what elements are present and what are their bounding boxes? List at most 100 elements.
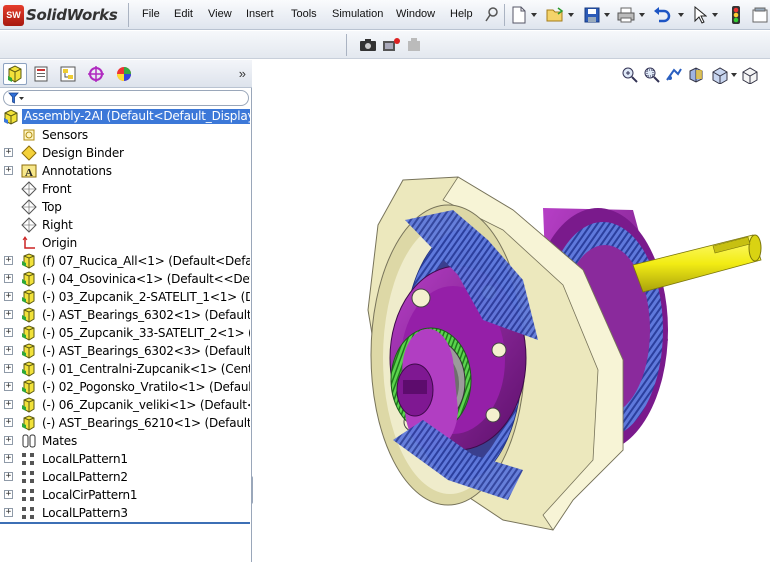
tree-item[interactable]: Origin [0,234,250,252]
tree-item[interactable]: + LocalLPattern2 [0,468,250,486]
graphics-area[interactable] [253,60,770,562]
propertymanager-icon[interactable] [29,63,53,85]
panel-tabs: » [0,60,252,88]
expand-toggle-icon[interactable]: + [4,418,13,427]
tree-item[interactable]: Front [0,180,250,198]
tree-root-assembly[interactable]: Assembly-2AI (Default<Default_Display St… [0,108,250,126]
chevron-down-icon[interactable] [604,13,610,17]
tree-filter-input[interactable] [3,90,249,106]
panel-bottom-border [0,522,250,524]
expand-toggle-icon[interactable]: + [4,148,13,157]
divider [346,34,347,56]
expand-toggle-icon[interactable]: + [4,508,13,517]
menu-edit[interactable]: Edit [174,8,193,20]
tree-item[interactable]: + Design Binder [0,144,250,162]
tree-item[interactable]: + Mates [0,432,250,450]
tree-item[interactable]: + LocalLPattern1 [0,450,250,468]
menu-insert[interactable]: Insert [246,8,274,20]
expand-toggle-icon[interactable]: + [4,256,13,265]
chevron-down-icon[interactable] [639,13,645,17]
pin-menu-icon[interactable] [484,6,500,24]
chevron-down-icon[interactable] [531,13,537,17]
expand-toggle-icon[interactable]: + [4,400,13,409]
chevron-down-icon[interactable] [568,13,574,17]
expand-toggle-icon[interactable]: + [4,382,13,391]
tree-item[interactable]: Top [0,198,250,216]
sensors-icon [23,129,35,141]
tree-item[interactable]: + (-) 02_Pogonsko_Vratilo<1> (Default<< [0,378,250,396]
menu-window[interactable]: Window [396,8,435,20]
tree-item-label: (-) 02_Pogonsko_Vratilo<1> (Default<< [42,380,250,394]
select-cursor-icon[interactable] [690,5,710,25]
tree-item-label: (-) AST_Bearings_6210<1> (Default<Dis [42,416,250,430]
assembly-icon [4,109,18,125]
tree-item[interactable]: + (-) 06_Zupcanik_veliki<1> (Default<<De [0,396,250,414]
print-icon[interactable] [616,5,636,25]
plane-icon [21,217,37,233]
expand-toggle-icon[interactable]: + [4,364,13,373]
rebuild-traffic-light-icon[interactable] [726,5,746,25]
tree-item-label: Top [42,200,62,214]
plane-icon [21,199,37,215]
expand-toggle-icon[interactable]: + [4,328,13,337]
menu-simulation[interactable]: Simulation [332,8,383,20]
planetary-gearbox-model[interactable] [253,60,770,562]
part-icon [22,307,35,323]
expand-toggle-icon[interactable]: + [4,274,13,283]
tree-item[interactable]: + (-) 03_Zupcanik_2-SATELIT_1<1> (Defa [0,288,250,306]
part-icon [22,397,35,413]
expand-toggle-icon[interactable]: + [4,472,13,481]
menu-file[interactable]: File [142,8,160,20]
tree-item[interactable]: + LocalLPattern3 [0,504,250,522]
featuremanager-tree-icon[interactable] [3,63,27,85]
tree-item[interactable]: + (-) AST_Bearings_6302<1> (Default<Dis [0,306,250,324]
tree-item[interactable]: + (f) 07_Rucica_All<1> (Default<Default_D [0,252,250,270]
tree-item[interactable]: Sensors [0,126,250,144]
tree-item-label: (-) AST_Bearings_6302<3> (Default<Dis [42,344,250,358]
solidworks-logo[interactable]: SW SolidWorks [3,4,125,26]
expand-toggle-icon[interactable]: + [4,310,13,319]
tree-item[interactable]: + (-) AST_Bearings_6302<3> (Default<Dis [0,342,250,360]
annotations-icon: A [21,164,37,179]
options-icon[interactable] [750,5,770,25]
filter-icon[interactable] [8,92,24,105]
configurationmanager-icon[interactable] [56,63,80,85]
expand-toggle-icon[interactable]: + [4,436,13,445]
expand-toggle-icon[interactable]: + [4,292,13,301]
menu-view[interactable]: View [208,8,232,20]
tree-item-label: Sensors [42,128,88,142]
more-tabs-chevron-icon[interactable]: » [239,66,246,81]
tree-item[interactable]: + (-) 05_Zupcanik_33-SATELIT_2<1> (Defa [0,324,250,342]
tree-item[interactable]: + A Annotations [0,162,250,180]
display-manager-icon[interactable] [112,63,136,85]
menu-help[interactable]: Help [450,8,473,20]
tree-item[interactable]: + (-) 01_Centralni-Zupcanik<1> (Centraln [0,360,250,378]
chevron-down-icon[interactable] [678,13,684,17]
divider [128,3,129,27]
app-name: SolidWorks [26,6,118,24]
expand-toggle-icon[interactable]: + [4,490,13,499]
undo-icon[interactable] [652,5,672,25]
camera-icon[interactable] [358,35,378,55]
dimxpert-icon[interactable] [84,63,108,85]
new-document-icon[interactable] [509,5,529,25]
tree-root-label: Assembly-2AI (Default<Default_Display St… [22,109,250,124]
open-folder-icon[interactable] [545,5,565,25]
expand-toggle-icon[interactable]: + [4,166,13,175]
part-icon [22,343,35,359]
tree-item[interactable]: Right [0,216,250,234]
expand-toggle-icon[interactable]: + [4,454,13,463]
screen-capture-icon[interactable] [381,35,401,55]
part-icon [22,361,35,377]
output-shaft-yellow [632,234,762,293]
tree-item-label: Origin [42,236,78,250]
chevron-down-icon[interactable] [712,13,718,17]
save-icon[interactable] [582,5,602,25]
tree-item[interactable]: + LocalCirPattern1 [0,486,250,504]
tree-item[interactable]: + (-) AST_Bearings_6210<1> (Default<Dis [0,414,250,432]
expand-toggle-icon[interactable]: + [4,346,13,355]
tree-item-label: (-) 05_Zupcanik_33-SATELIT_2<1> (Defa [42,326,250,340]
menu-tools[interactable]: Tools [291,8,317,20]
record-video-icon[interactable] [404,35,424,55]
tree-item[interactable]: + (-) 04_Osovinica<1> (Default<<Default [0,270,250,288]
